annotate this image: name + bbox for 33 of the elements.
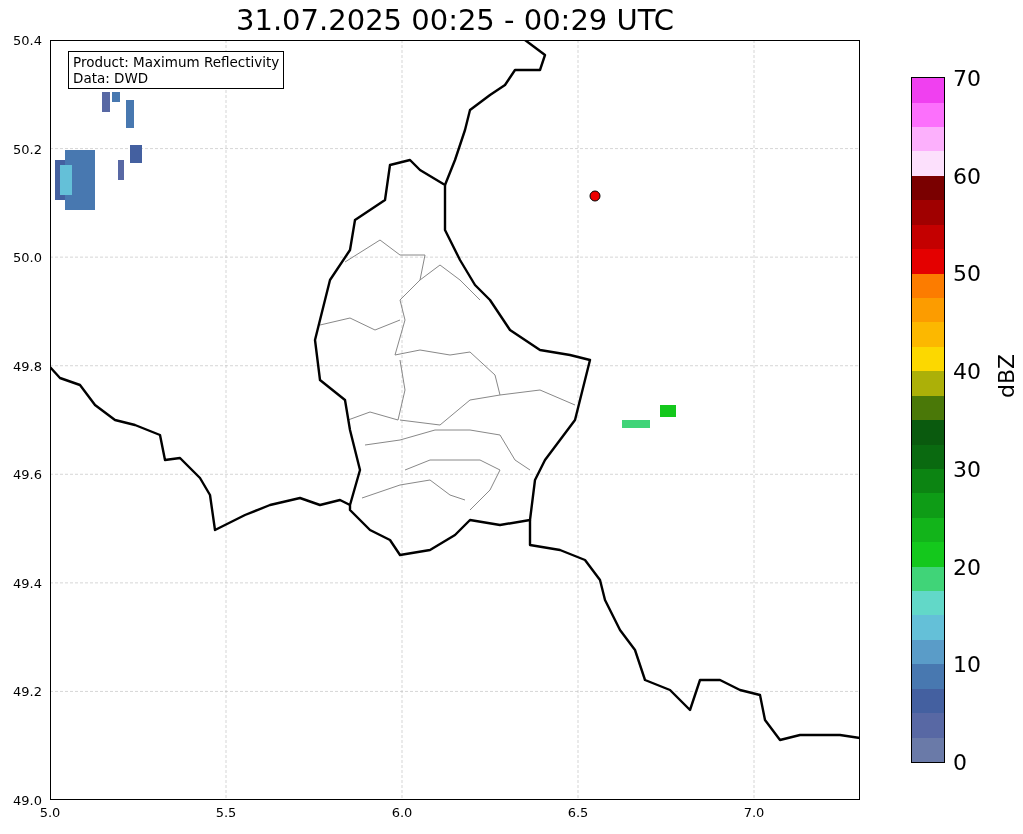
colorbar-tick-label: 10 <box>953 651 981 677</box>
colorbar-tick-label: 50 <box>953 260 981 286</box>
longitude-tick-label: 6.0 <box>391 805 413 820</box>
plot-title: 31.07.2025 00:25 - 00:29 UTC <box>235 3 675 37</box>
colorbar-tick-label: 30 <box>953 456 981 482</box>
radar-echo <box>102 92 110 112</box>
info-text: Product: Maximum Reflectivity <box>73 54 280 70</box>
latitude-tick-label: 49.8 <box>13 358 42 374</box>
longitude-tick-label: 7.0 <box>743 805 765 820</box>
latitude-tick-label: 50.4 <box>13 32 42 48</box>
colorbar-tick-label: 70 <box>953 65 981 91</box>
latitude-tick-label: 49.6 <box>13 466 42 482</box>
longitude-tick-label: 5.0 <box>39 805 61 820</box>
info-text: Data: DWD <box>73 70 150 86</box>
colorbar-tick-label: 20 <box>953 554 981 580</box>
colorbar-tick-label: 60 <box>953 163 981 189</box>
longitude-tick-label: 5.5 <box>215 805 237 820</box>
radar-echo <box>622 420 650 428</box>
radar-echo <box>130 145 142 163</box>
longitude-tick-label: 6.5 <box>567 805 589 820</box>
colorbar-tick-label: 0 <box>953 749 967 775</box>
colorbar-label: dBZ <box>994 353 1019 398</box>
radar-echo <box>118 160 124 180</box>
latitude-tick-label: 49.2 <box>13 683 42 699</box>
latitude-tick-label: 49.4 <box>13 575 42 591</box>
radar-echo <box>660 405 676 417</box>
radar-echo <box>112 92 120 102</box>
latitude-tick-label: 49.0 <box>13 792 42 808</box>
radar-echo <box>126 100 134 128</box>
colorbar-tick-label: 40 <box>953 358 981 384</box>
station-marker <box>589 190 601 202</box>
latitude-tick-label: 50.0 <box>13 249 42 265</box>
latitude-tick-label: 50.2 <box>13 141 42 157</box>
